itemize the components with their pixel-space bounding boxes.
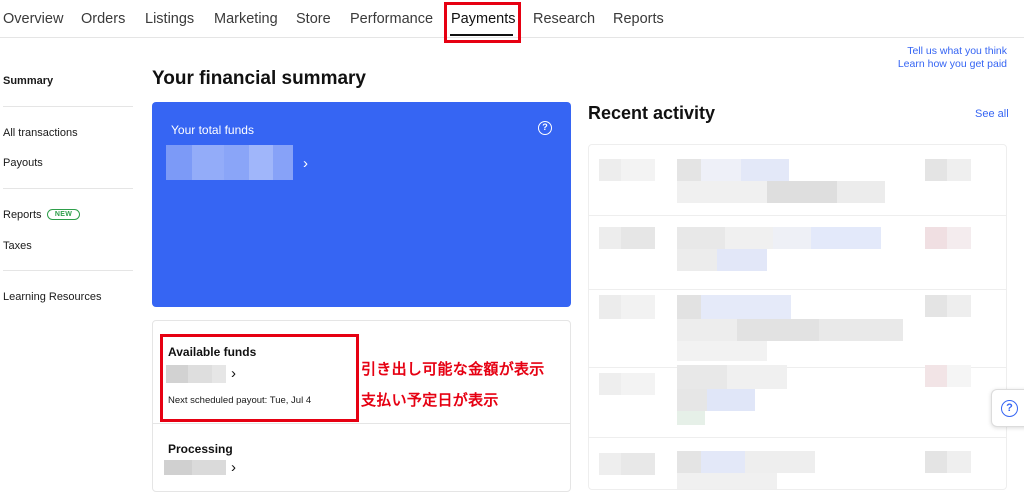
tab-reports[interactable]: Reports [613, 11, 664, 27]
highlight-box-payments-tab [444, 2, 521, 43]
help-button[interactable]: ? [991, 389, 1024, 427]
learn-payments-link[interactable]: Learn how you get paid [898, 58, 1007, 70]
total-funds-label: Your total funds [171, 123, 254, 137]
sidebar-item-summary[interactable]: Summary [3, 75, 53, 87]
tab-orders[interactable]: Orders [81, 11, 125, 27]
tab-performance[interactable]: Performance [350, 11, 433, 27]
tab-listings[interactable]: Listings [145, 11, 194, 27]
row-divider [589, 289, 1006, 290]
tab-marketing[interactable]: Marketing [214, 11, 278, 27]
sidebar-divider [3, 106, 133, 107]
feedback-link[interactable]: Tell us what you think [907, 45, 1007, 57]
sidebar-item-taxes[interactable]: Taxes [3, 240, 32, 252]
tab-research[interactable]: Research [533, 11, 595, 27]
redacted-amount [273, 145, 293, 180]
sidebar-item-payouts[interactable]: Payouts [3, 157, 43, 169]
new-badge: NEW [47, 209, 80, 220]
redacted-amount [249, 145, 273, 180]
redacted-amount [192, 145, 224, 180]
sidebar-item-all-transactions[interactable]: All transactions [3, 127, 78, 139]
recent-activity-title: Recent activity [588, 103, 716, 123]
recent-activity-list [588, 144, 1007, 490]
row-divider [589, 215, 1006, 216]
annotation-available-amount: 引き出し可能な金額が表示 [361, 361, 545, 378]
redacted-amount [192, 460, 226, 475]
page-title: Your financial summary [152, 68, 366, 89]
sidebar-item-learning-resources[interactable]: Learning Resources [3, 291, 101, 303]
sidebar-item-reports[interactable]: Reports [3, 209, 42, 221]
redacted-amount [164, 460, 192, 475]
annotation-payout-date: 支払い予定日が表示 [361, 392, 499, 409]
sidebar-divider [3, 270, 133, 271]
question-circle-icon: ? [1001, 400, 1018, 417]
processing-label: Processing [168, 442, 233, 456]
see-all-link[interactable]: See all [975, 108, 1009, 120]
chevron-right-icon[interactable]: › [231, 460, 236, 475]
redacted-amount [224, 145, 249, 180]
redacted-amount [166, 145, 192, 180]
row-divider [589, 437, 1006, 438]
tab-overview[interactable]: Overview [3, 11, 63, 27]
card-divider [153, 423, 570, 424]
tab-store[interactable]: Store [296, 11, 331, 27]
chevron-right-icon[interactable]: › [303, 156, 308, 171]
highlight-box-available-funds [160, 334, 359, 422]
question-circle-icon[interactable]: ? [538, 121, 552, 135]
total-funds-card[interactable]: Your total funds ? › [152, 102, 571, 307]
sidebar-divider [3, 188, 133, 189]
